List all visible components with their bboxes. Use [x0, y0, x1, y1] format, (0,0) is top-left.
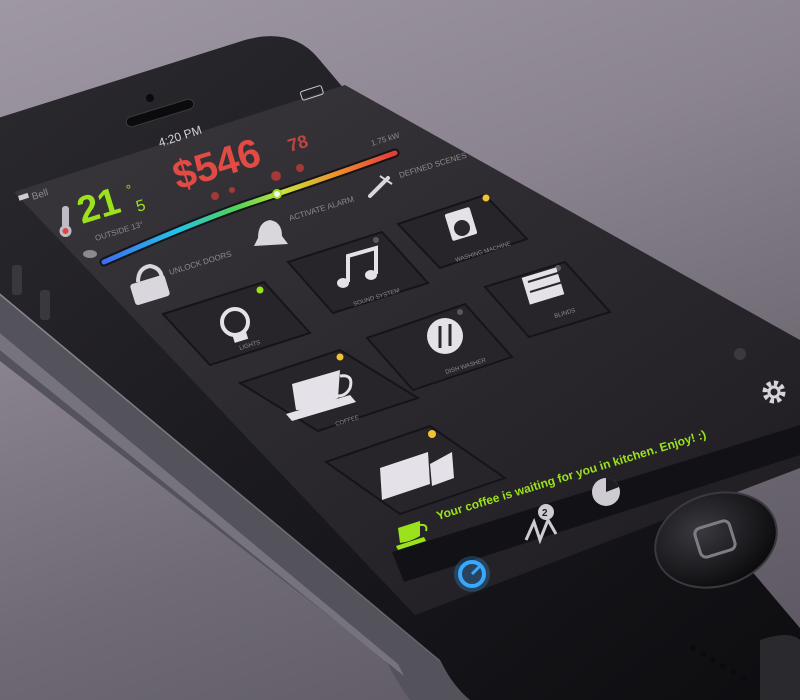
status-led [336, 353, 344, 361]
dock-connector [760, 635, 800, 700]
phone-scene: Bell 4:20 PM 21 ° 5 OUTSIDE 13° $546 78 … [0, 36, 800, 700]
activity-badge-count: 2 [542, 508, 548, 519]
status-led [373, 237, 379, 243]
front-camera [146, 94, 154, 102]
volume-button [40, 290, 50, 320]
tab-statistics[interactable] [592, 478, 620, 506]
status-led [428, 430, 436, 438]
fork-knife-icon [427, 318, 463, 354]
status-led [482, 194, 490, 202]
close-notification-icon[interactable] [734, 348, 746, 360]
tab-dashboard[interactable] [454, 556, 490, 592]
volume-button [12, 265, 22, 295]
status-led [256, 286, 264, 294]
gauge-marker [272, 189, 282, 199]
status-led [457, 309, 463, 315]
cloud-icon [83, 250, 97, 258]
